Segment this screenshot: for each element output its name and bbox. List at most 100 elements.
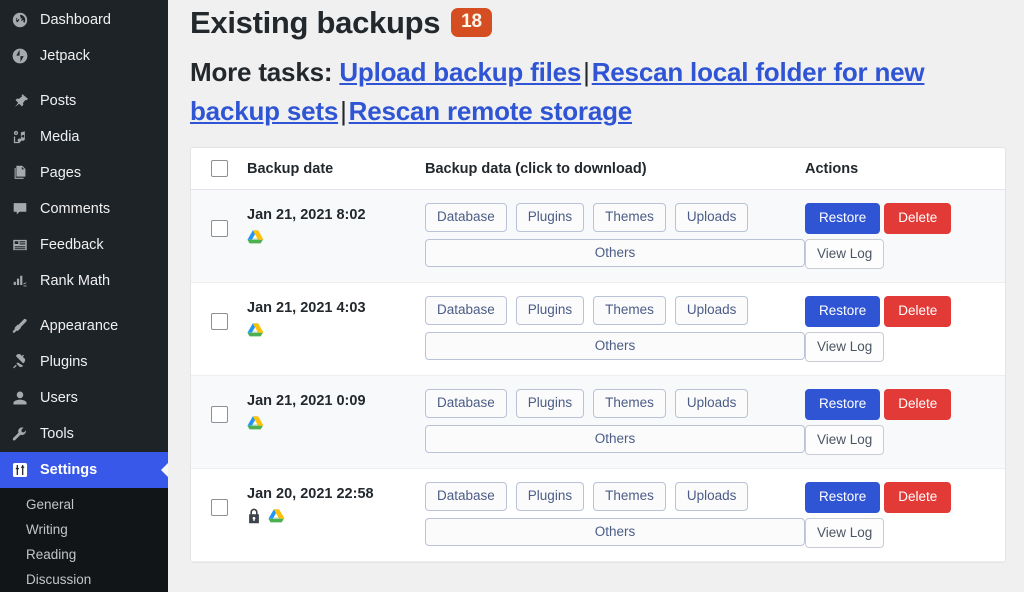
download-themes-button[interactable]: Themes <box>593 389 666 418</box>
download-uploads-button[interactable]: Uploads <box>674 203 749 232</box>
download-others-button[interactable]: Others <box>425 238 805 268</box>
wordpress-admin-screen: Dashboard Jetpack Posts Media Pages Comments F… <box>0 0 1024 592</box>
restore-button[interactable]: Restore <box>805 482 881 513</box>
delete-button[interactable]: Delete <box>884 482 952 513</box>
download-themes-button[interactable]: Themes <box>593 296 666 325</box>
restore-button[interactable]: Restore <box>805 203 881 234</box>
actions-cell: Restore Delete View Log <box>805 469 1005 561</box>
download-plugins-button[interactable]: Plugins <box>515 203 585 232</box>
sidebar-item-plugins[interactable]: Plugins <box>0 344 168 380</box>
restore-button[interactable]: Restore <box>805 389 881 420</box>
google-drive-icon <box>247 230 264 245</box>
sidebar-item-jetpack[interactable]: Jetpack <box>0 38 168 74</box>
backup-data-cell: Database Plugins Themes Uploads Others <box>425 283 805 373</box>
pages-icon <box>10 163 30 183</box>
view-log-button[interactable]: View Log <box>805 331 885 363</box>
sidebar-item-settings[interactable]: Settings <box>0 452 168 488</box>
sidebar-item-appearance[interactable]: Appearance <box>0 308 168 344</box>
row-select-cell <box>191 283 247 331</box>
submenu-item-general[interactable]: General <box>0 492 168 517</box>
download-uploads-button[interactable]: Uploads <box>674 389 749 418</box>
actions-cell: Restore Delete View Log <box>805 190 1005 282</box>
sidebar-item-label: Tools <box>40 426 74 442</box>
row-checkbox[interactable] <box>210 499 228 517</box>
download-others-button[interactable]: Others <box>425 424 805 454</box>
row-checkbox[interactable] <box>210 406 228 424</box>
sidebar-item-label: Rank Math <box>40 273 111 289</box>
sidebar-item-posts[interactable]: Posts <box>0 83 168 119</box>
download-plugins-button[interactable]: Plugins <box>515 482 585 511</box>
row-checkbox[interactable] <box>210 313 228 331</box>
select-all-checkbox[interactable] <box>210 160 228 178</box>
backup-date-cell: Jan 21, 2021 0:09 <box>247 376 425 432</box>
link-separator-1: | <box>583 57 590 88</box>
media-icon <box>10 127 30 147</box>
sidebar-item-feedback[interactable]: Feedback <box>0 227 168 263</box>
admin-sidebar: Dashboard Jetpack Posts Media Pages Comments F… <box>0 0 168 592</box>
sidebar-item-label: Pages <box>40 165 82 181</box>
download-uploads-button[interactable]: Uploads <box>674 296 749 325</box>
sidebar-item-rank-math[interactable]: Rank Math <box>0 263 168 299</box>
menu-separator <box>0 299 168 308</box>
column-header-backup-data: Backup data (click to download) <box>425 160 647 177</box>
delete-button[interactable]: Delete <box>884 296 952 327</box>
restore-button[interactable]: Restore <box>805 296 881 327</box>
view-log-button[interactable]: View Log <box>805 238 885 270</box>
google-drive-icon <box>247 323 264 338</box>
dashboard-icon <box>10 10 30 30</box>
submenu-item-writing[interactable]: Writing <box>0 517 168 542</box>
rescan-remote-storage-link[interactable]: Rescan remote storage <box>349 96 633 126</box>
page-title-text: Existing backups <box>190 5 441 40</box>
secondary-actions: View Log <box>805 238 1005 270</box>
feedback-icon <box>10 235 30 255</box>
view-log-button[interactable]: View Log <box>805 517 885 549</box>
pin-icon <box>10 91 30 111</box>
more-tasks-label: More tasks: <box>190 57 333 88</box>
column-header-backup-date: Backup date <box>247 160 334 177</box>
sidebar-item-label: Media <box>40 129 80 145</box>
backup-status-icons <box>247 414 425 432</box>
plug-icon <box>10 352 30 372</box>
download-themes-button[interactable]: Themes <box>593 482 666 511</box>
sidebar-item-label: Feedback <box>40 237 104 253</box>
sidebar-item-label: Posts <box>40 93 77 109</box>
google-drive-icon <box>247 416 264 431</box>
lock-icon <box>247 508 261 524</box>
download-others-button[interactable]: Others <box>425 517 805 547</box>
upload-backup-files-link[interactable]: Upload backup files <box>339 57 581 87</box>
more-tasks: More tasks: Upload backup files|Rescan l… <box>190 53 1006 131</box>
settings-submenu: General Writing Reading Discussion <box>0 488 168 592</box>
sidebar-item-dashboard[interactable]: Dashboard <box>0 2 168 38</box>
download-database-button[interactable]: Database <box>425 203 507 232</box>
sidebar-item-tools[interactable]: Tools <box>0 416 168 452</box>
download-themes-button[interactable]: Themes <box>593 203 666 232</box>
download-plugins-button[interactable]: Plugins <box>515 296 585 325</box>
page-title: Existing backups 18 <box>190 0 1006 41</box>
download-database-button[interactable]: Database <box>425 482 507 511</box>
backup-status-icons <box>247 507 425 525</box>
sidebar-item-pages[interactable]: Pages <box>0 155 168 191</box>
table-row: Jan 21, 2021 4:03 Database Plugins Themes U… <box>191 283 1005 377</box>
sidebar-item-label: Dashboard <box>40 12 111 28</box>
table-header-row: Backup date Backup data (click to downlo… <box>191 148 1005 191</box>
wrench-icon <box>10 424 30 444</box>
actions-cell: Restore Delete View Log <box>805 376 1005 468</box>
backup-data-cell: Database Plugins Themes Uploads Others <box>425 376 805 466</box>
user-icon <box>10 388 30 408</box>
download-plugins-button[interactable]: Plugins <box>515 389 585 418</box>
column-header-actions: Actions <box>805 160 859 177</box>
sidebar-item-users[interactable]: Users <box>0 380 168 416</box>
delete-button[interactable]: Delete <box>884 389 952 420</box>
submenu-item-discussion[interactable]: Discussion <box>0 567 168 592</box>
comment-icon <box>10 199 30 219</box>
view-log-button[interactable]: View Log <box>805 424 885 456</box>
row-checkbox[interactable] <box>210 220 228 238</box>
download-uploads-button[interactable]: Uploads <box>674 482 749 511</box>
delete-button[interactable]: Delete <box>884 203 952 234</box>
download-database-button[interactable]: Database <box>425 296 507 325</box>
download-database-button[interactable]: Database <box>425 389 507 418</box>
sidebar-item-comments[interactable]: Comments <box>0 191 168 227</box>
sidebar-item-media[interactable]: Media <box>0 119 168 155</box>
submenu-item-reading[interactable]: Reading <box>0 542 168 567</box>
download-others-button[interactable]: Others <box>425 331 805 361</box>
